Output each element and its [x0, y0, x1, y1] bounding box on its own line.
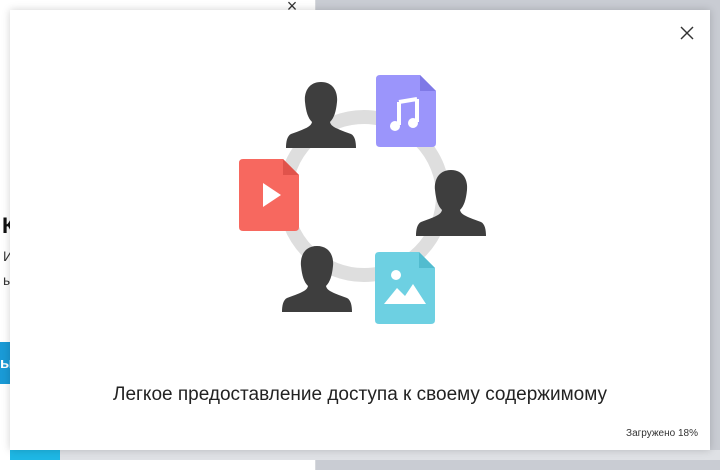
image-file-icon [375, 252, 435, 324]
video-file-icon [239, 159, 299, 231]
sharing-illustration [239, 75, 486, 324]
person-icon [416, 170, 486, 236]
music-file-icon [376, 75, 436, 147]
background-progress-fill [10, 450, 60, 460]
background-primary-button[interactable]: ы [0, 342, 10, 384]
dialog-caption: Легкое предоставление доступа к своему с… [112, 384, 608, 405]
background-progress-track [10, 450, 720, 460]
sharing-dialog: Легкое предоставление доступа к своему с… [10, 10, 710, 450]
load-status: Загружено 18% [626, 428, 698, 439]
background-button-label: ы [0, 354, 10, 372]
